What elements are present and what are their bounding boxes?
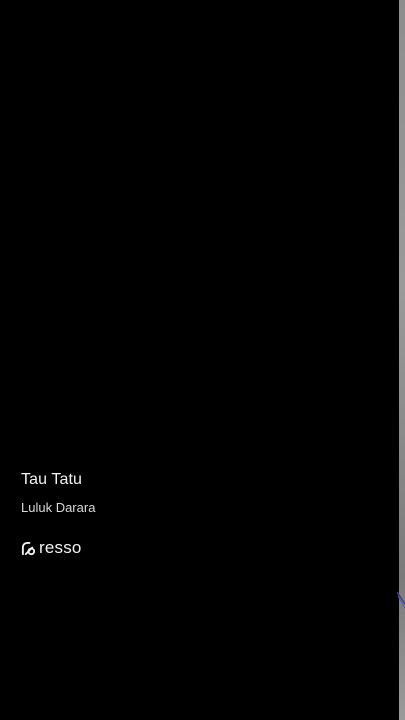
resso-logo-icon <box>21 541 36 555</box>
video-canvas[interactable] <box>0 0 399 720</box>
edge-line-icon <box>397 591 405 609</box>
artist-name: Luluk Darara <box>21 500 96 515</box>
side-edge-strip <box>399 0 405 720</box>
song-title: Tau Tatu <box>21 471 82 488</box>
brand-wordmark: resso <box>39 538 82 557</box>
resso-brand: resso <box>21 538 82 558</box>
